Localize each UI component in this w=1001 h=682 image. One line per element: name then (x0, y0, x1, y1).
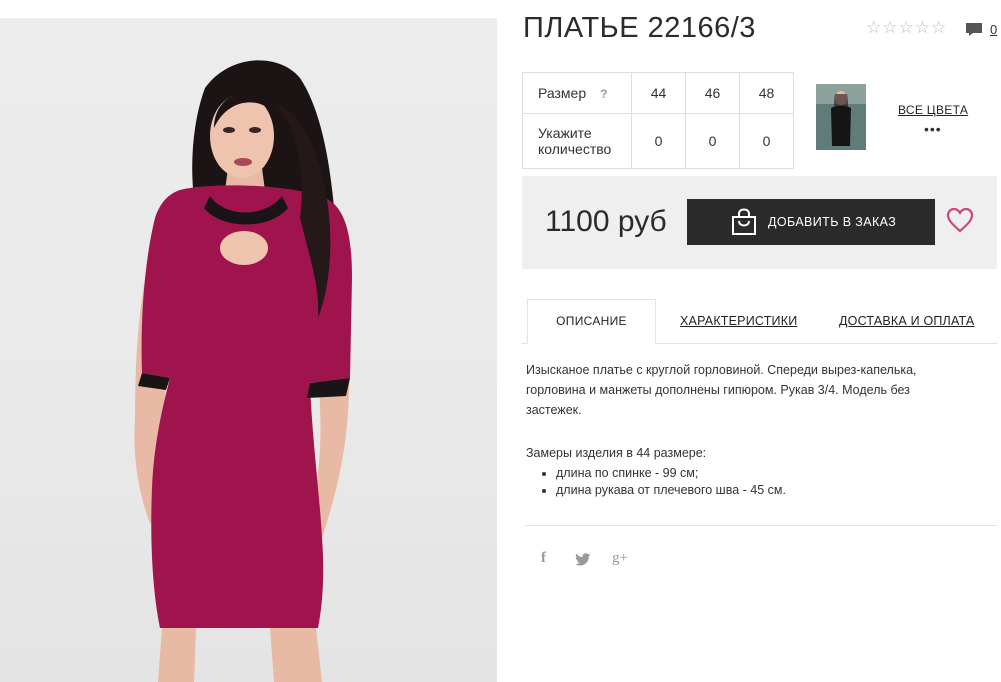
quantity-input-44[interactable]: 0 (631, 113, 686, 169)
quantity-input-48[interactable]: 0 (739, 113, 794, 169)
tab-delivery-payment[interactable]: ДОСТАВКА И ОПЛАТА (839, 314, 974, 328)
list-item: длина по спинке - 99 см; (556, 465, 786, 482)
tab-characteristics[interactable]: ХАРАКТЕРИСТИКИ (680, 314, 797, 328)
size-48: 48 (739, 72, 794, 114)
star-icon[interactable]: ☆ (899, 19, 914, 37)
more-colors-dots[interactable]: ••• (924, 121, 942, 137)
googleplus-icon[interactable]: g+ (612, 550, 628, 567)
size-44: 44 (631, 72, 686, 114)
measurements-title: Замеры изделия в 44 размере: (526, 446, 707, 460)
all-colors-link[interactable]: ВСЕ ЦВЕТА (898, 103, 968, 117)
model-illustration (134, 60, 352, 682)
star-icon[interactable]: ☆ (866, 19, 881, 37)
comments-count-link[interactable]: 0 (990, 22, 997, 37)
shopping-bag-icon (732, 208, 756, 235)
facebook-icon[interactable]: f (541, 550, 546, 567)
heart-icon[interactable] (946, 207, 974, 233)
star-icon[interactable]: ☆ (931, 19, 946, 37)
measurements-list: длина по спинке - 99 см; длина рукава от… (540, 465, 786, 499)
size-label: Размер (538, 84, 587, 101)
product-description: Изысканое платье с круглой горловиной. С… (526, 363, 917, 417)
twitter-icon[interactable] (575, 553, 591, 566)
star-icon[interactable]: ☆ (882, 19, 897, 37)
swatch-image (816, 84, 866, 150)
star-icon[interactable]: ☆ (915, 19, 930, 37)
add-to-order-label: ДОБАВИТЬ В ЗАКАЗ (768, 215, 897, 229)
rating-stars[interactable]: ☆ ☆ ☆ ☆ ☆ (866, 19, 946, 37)
tab-description[interactable]: ОПИСАНИЕ (527, 299, 656, 344)
content-divider (525, 525, 997, 526)
product-price: 1100 руб (545, 205, 667, 238)
comment-icon[interactable] (965, 22, 983, 37)
list-item: длина рукава от плечевого шва - 45 см. (556, 482, 786, 499)
price-box: 1100 руб ДОБАВИТЬ В ЗАКАЗ (522, 176, 997, 269)
size-help-icon[interactable]: ? (600, 87, 607, 101)
add-to-order-button[interactable]: ДОБАВИТЬ В ЗАКАЗ (687, 199, 935, 245)
product-photo[interactable] (0, 18, 497, 682)
size-table: Размер? 44 46 48 Укажите количество 0 0 … (522, 72, 794, 169)
product-title: ПЛАТЬЕ 22166/3 (523, 12, 756, 44)
size-46: 46 (685, 72, 740, 114)
quantity-label: Укажите количество (522, 113, 632, 169)
color-swatch-thumbnail[interactable] (816, 84, 866, 150)
size-label-cell: Размер? (522, 72, 632, 114)
quantity-input-46[interactable]: 0 (685, 113, 740, 169)
